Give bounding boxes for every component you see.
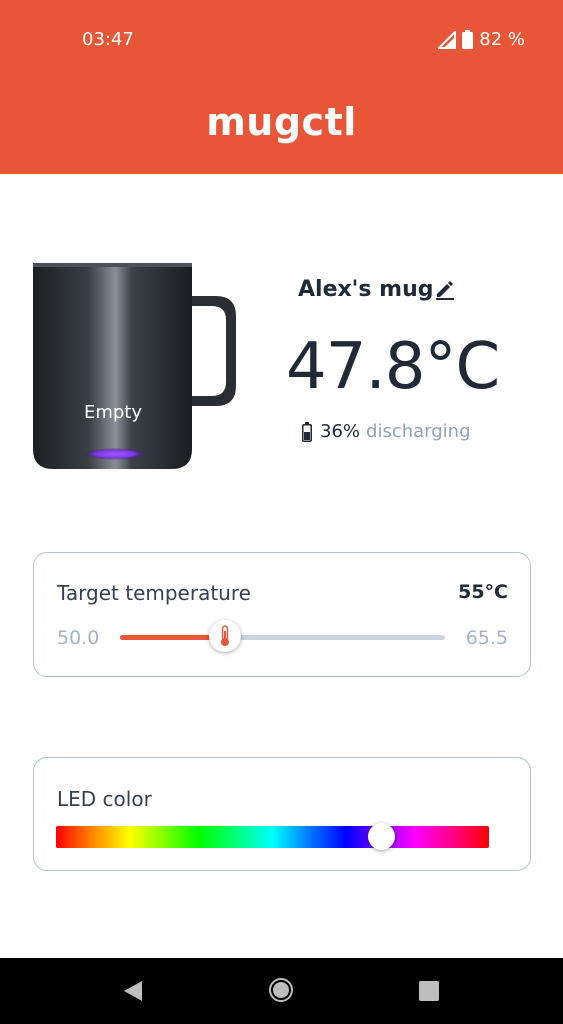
led-color-card: LED color	[33, 757, 531, 871]
target-temperature-max: 65.5	[465, 627, 508, 649]
edit-icon[interactable]	[434, 279, 456, 301]
mug-battery-status: 36% discharging	[302, 421, 471, 442]
home-icon[interactable]	[268, 977, 294, 1003]
led-hue-slider[interactable]	[56, 823, 489, 850]
target-temperature-min: 50.0	[57, 627, 100, 649]
app-title: mugctl	[206, 100, 357, 144]
mug-battery-icon	[302, 421, 312, 442]
target-temperature-label: Target temperature	[57, 581, 251, 605]
slider-thumb[interactable]	[208, 620, 241, 652]
thermometer-icon	[220, 625, 229, 646]
target-temperature-card: Target temperature 55°C 50.0 65.5	[33, 552, 531, 677]
led-color-label: LED color	[57, 787, 152, 811]
mug-image	[33, 263, 236, 469]
mug-battery-percent: 36%	[320, 421, 361, 442]
current-temperature: 47.8°C	[286, 330, 500, 404]
target-temperature-slider[interactable]	[120, 620, 445, 652]
mug-name: Alex's mug	[298, 277, 434, 302]
back-icon[interactable]	[120, 978, 146, 1004]
mug-state-label: Empty	[83, 402, 143, 423]
system-nav-bar	[0, 958, 563, 1024]
status-battery-percent: 82 %	[479, 29, 525, 50]
hue-slider-thumb[interactable]	[367, 823, 395, 850]
status-time: 03:47	[82, 29, 134, 50]
app-bar: 03:47 82 % mugctl	[0, 0, 563, 174]
signal-icon	[438, 30, 457, 49]
recents-icon[interactable]	[416, 978, 442, 1004]
status-indicators: 82 %	[438, 29, 525, 50]
target-temperature-value: 55°C	[458, 581, 508, 603]
mug-battery-state: discharging	[366, 421, 471, 442]
battery-icon	[462, 30, 474, 49]
